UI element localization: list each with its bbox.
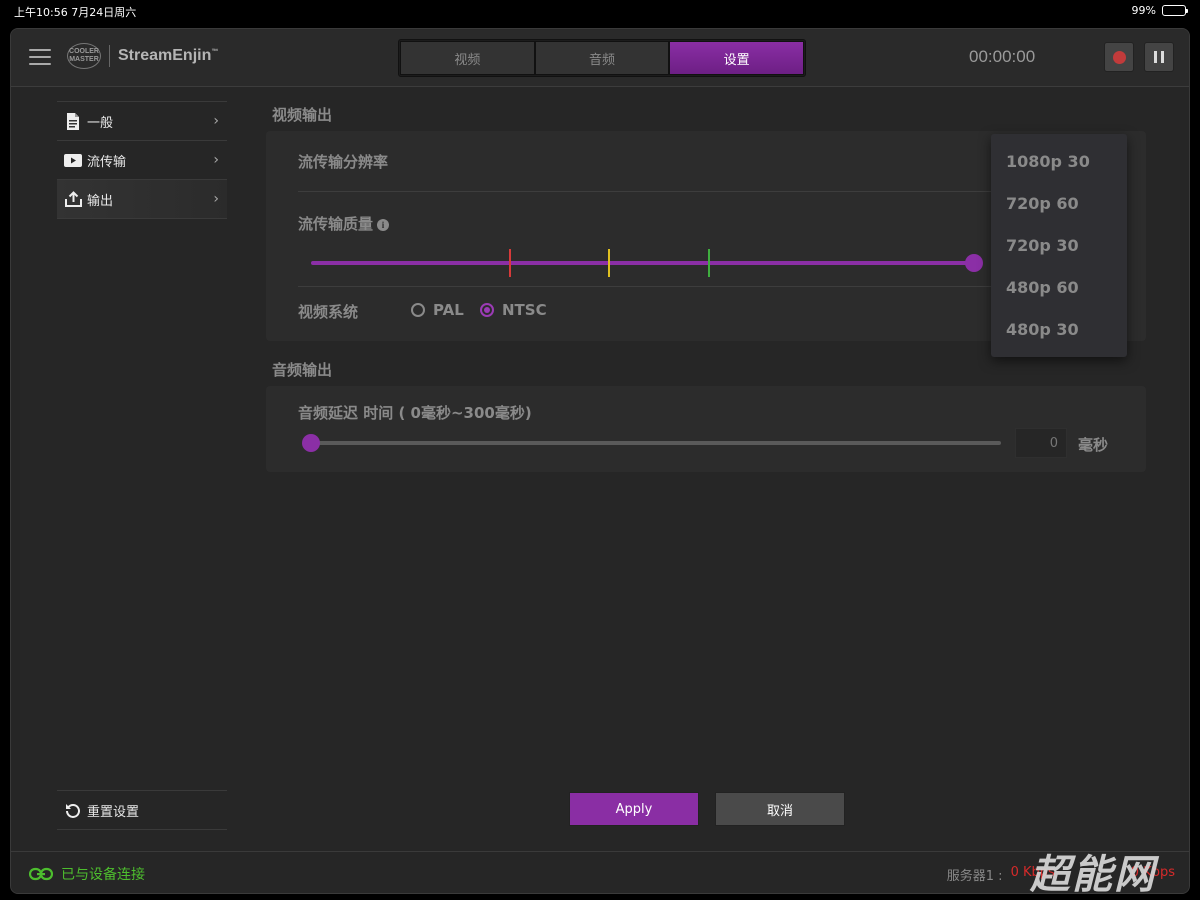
logo-divider — [109, 45, 110, 67]
reset-settings-label: 重置设置 — [87, 804, 140, 820]
sidebar-item-streaming[interactable]: 流传输 › — [57, 140, 227, 179]
radio-ntsc[interactable]: NTSC — [480, 301, 547, 319]
quality-label: 流传输质量 i — [298, 213, 390, 234]
sidebar-item-label: 一般 — [87, 115, 114, 131]
app-window: COOLER MASTER StreamEnjin™ 视频 音频 设置 00:00… — [10, 28, 1190, 894]
quality-slider-thumb[interactable] — [965, 254, 983, 272]
status-footer: 已与设备连接 服务器1 : 0 Kbps 0 Kbps — [11, 851, 1189, 893]
status-time: 上午10:56 7月24日周六 — [14, 6, 137, 19]
link-icon — [29, 867, 53, 881]
quality-slider-track[interactable] — [311, 261, 976, 265]
resolution-dropdown: 1080p 30 720p 60 720p 30 480p 60 480p 30 — [991, 134, 1127, 357]
main-tabs: 视频 音频 设置 — [398, 39, 806, 77]
record-icon — [1112, 50, 1126, 64]
audio-delay-unit: 毫秒 — [1078, 436, 1109, 454]
quality-tick-red — [509, 249, 511, 277]
sidebar-item-general[interactable]: 一般 › — [57, 101, 227, 140]
app-logo: COOLER MASTER StreamEnjin™ — [67, 43, 218, 69]
reset-settings-button[interactable]: 重置设置 — [57, 790, 227, 829]
sidebar-divider — [57, 218, 227, 219]
radio-circle — [411, 303, 425, 317]
chevron-right-icon: › — [213, 113, 219, 129]
row-divider — [298, 191, 998, 192]
resolution-option[interactable]: 720p 30 — [1006, 236, 1079, 255]
cancel-button[interactable]: 取消 — [715, 792, 845, 826]
cooler-master-logo-icon: COOLER MASTER — [67, 43, 101, 69]
audio-delay-label: 音频延迟 时间 ( 0毫秒~300毫秒) — [298, 404, 532, 422]
pause-button[interactable] — [1144, 42, 1174, 72]
radio-ntsc-label: NTSC — [502, 301, 547, 319]
document-icon — [59, 112, 87, 130]
sidebar-item-label: 流传输 — [87, 154, 127, 170]
tab-audio[interactable]: 音频 — [534, 41, 670, 75]
tab-video[interactable]: 视频 — [400, 41, 535, 75]
audio-output-panel: 音频延迟 时间 ( 0毫秒~300毫秒) — [266, 386, 1146, 472]
watermark-logo: 超能网 — [1030, 852, 1156, 898]
radio-circle-selected — [480, 303, 494, 317]
quality-tick-green — [708, 249, 710, 277]
reset-icon — [59, 802, 87, 818]
top-bar: COOLER MASTER StreamEnjin™ 视频 音频 设置 00:00… — [11, 29, 1189, 87]
server1-label: 服务器1 : — [946, 869, 1003, 884]
resolution-option[interactable]: 480p 30 — [1006, 320, 1079, 339]
video-output-title: 视频输出 — [272, 106, 333, 124]
audio-delay-slider-thumb[interactable] — [302, 434, 320, 452]
radio-pal-label: PAL — [433, 301, 464, 319]
battery-indicator: 99% — [1131, 4, 1188, 17]
chevron-right-icon: › — [213, 191, 219, 207]
sidebar-item-label: 输出 — [87, 193, 114, 209]
resolution-option[interactable]: 720p 60 — [1006, 194, 1079, 213]
sidebar-divider — [57, 829, 227, 830]
ios-status-bar: 上午10:56 7月24日周六 99% — [0, 0, 1200, 22]
row-divider — [298, 286, 998, 287]
record-button[interactable] — [1104, 42, 1134, 72]
connection-status: 已与设备连接 — [29, 864, 145, 884]
video-system-label: 视频系统 — [298, 303, 359, 321]
quality-tick-yellow — [608, 249, 610, 277]
audio-delay-slider-track[interactable] — [311, 441, 1001, 445]
connection-status-text: 已与设备连接 — [61, 867, 145, 883]
resolution-option[interactable]: 1080p 30 — [1006, 152, 1090, 171]
pause-icon — [1154, 51, 1164, 63]
audio-output-title: 音频输出 — [272, 361, 333, 379]
resolution-label: 流传输分辨率 — [298, 153, 389, 171]
tab-settings[interactable]: 设置 — [669, 41, 805, 75]
resolution-option[interactable]: 480p 60 — [1006, 278, 1079, 297]
battery-percent: 99% — [1131, 4, 1156, 17]
upload-icon — [59, 191, 87, 207]
chevron-right-icon: › — [213, 152, 219, 168]
apply-button[interactable]: Apply — [569, 792, 699, 826]
app-name: StreamEnjin™ — [118, 47, 219, 64]
battery-icon — [1162, 5, 1188, 16]
hamburger-menu-icon[interactable] — [29, 49, 51, 65]
info-icon[interactable]: i — [377, 218, 390, 231]
play-icon — [59, 153, 87, 167]
recording-timer: 00:00:00 — [969, 47, 1036, 66]
audio-delay-input[interactable]: 0 — [1015, 428, 1067, 458]
sidebar-item-output[interactable]: 输出 › — [57, 179, 227, 218]
radio-pal[interactable]: PAL — [411, 301, 464, 319]
